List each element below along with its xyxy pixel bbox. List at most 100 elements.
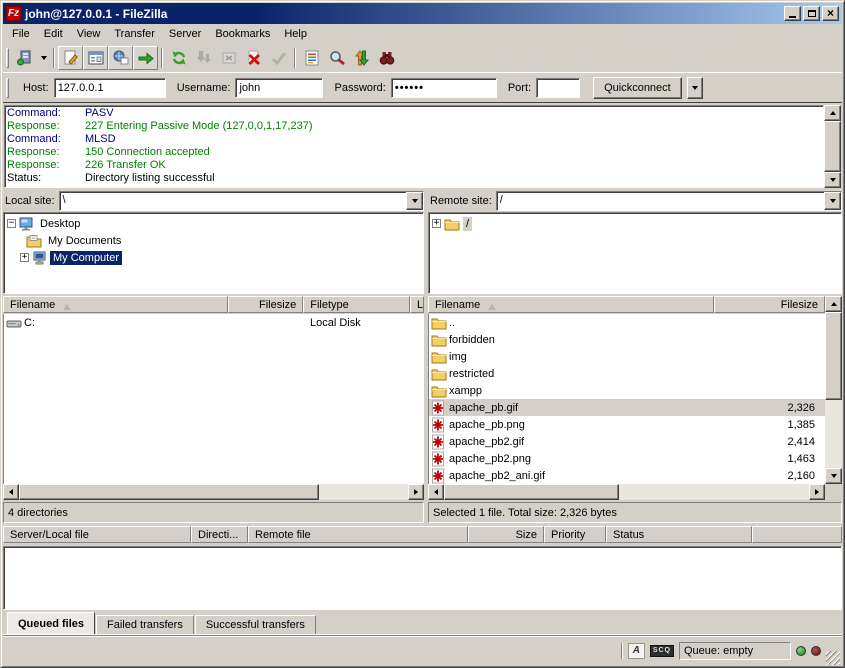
collapse-icon[interactable]: −: [7, 219, 16, 228]
scroll-left-button[interactable]: [3, 484, 19, 500]
remote-horizontal-scrollbar[interactable]: [428, 484, 825, 500]
site-manager-dropdown-button[interactable]: [37, 46, 50, 70]
remote-file-row[interactable]: restricted: [429, 365, 825, 382]
menu-item-edit[interactable]: Edit: [37, 26, 70, 42]
tree-item-root[interactable]: + /: [429, 215, 841, 232]
filter-button[interactable]: [299, 46, 324, 70]
column-header-filetype[interactable]: Filetype: [303, 296, 410, 313]
scroll-right-button[interactable]: [809, 484, 825, 500]
title-bar[interactable]: Fz john@127.0.0.1 - FileZilla ×: [3, 3, 842, 24]
scroll-right-button[interactable]: [408, 484, 424, 500]
column-header-l[interactable]: L: [410, 296, 424, 313]
process-queue-button[interactable]: [191, 46, 216, 70]
expand-icon[interactable]: +: [432, 219, 441, 228]
remote-file-row[interactable]: apache_pb.png1,385: [429, 416, 825, 433]
column-header-directi[interactable]: Directi...: [191, 526, 248, 543]
username-input[interactable]: [235, 78, 323, 98]
resize-grip-icon[interactable]: [826, 651, 840, 665]
column-header-size[interactable]: Size: [468, 526, 544, 543]
tree-item-desktop[interactable]: − Desktop: [4, 215, 423, 232]
remote-site-combo[interactable]: /: [496, 191, 842, 211]
scroll-left-button[interactable]: [428, 484, 444, 500]
search-button[interactable]: [374, 46, 399, 70]
local-list[interactable]: C:Local Disk: [3, 314, 424, 484]
scrollbar-thumb[interactable]: [19, 484, 319, 500]
menu-item-file[interactable]: File: [5, 26, 37, 42]
queue-list[interactable]: [3, 546, 842, 610]
message-log[interactable]: Command:PASVResponse:227 Entering Passiv…: [4, 105, 824, 188]
delete-button[interactable]: [241, 46, 266, 70]
tab-failed-transfers[interactable]: Failed transfers: [96, 615, 194, 634]
scroll-down-button[interactable]: [825, 468, 842, 484]
remote-file-row[interactable]: apache_pb.gif2,326: [429, 399, 825, 416]
menu-item-transfer[interactable]: Transfer: [107, 26, 162, 42]
menu-item-bookmarks[interactable]: Bookmarks: [208, 26, 277, 42]
remote-site-dropdown-button[interactable]: [824, 192, 841, 210]
remote-tree[interactable]: + /: [428, 212, 842, 294]
site-manager-button[interactable]: [12, 46, 37, 70]
host-input[interactable]: [54, 78, 166, 98]
toggle-transfer-queue-button[interactable]: [133, 46, 158, 70]
toggle-local-treeview-button[interactable]: [83, 46, 108, 70]
menu-item-server[interactable]: Server: [162, 26, 208, 42]
quickconnect-dropdown-button[interactable]: [687, 77, 703, 99]
scroll-down-button[interactable]: [824, 172, 841, 188]
scrollbar-thumb[interactable]: [444, 484, 619, 500]
column-header-filename[interactable]: Filename: [428, 296, 714, 313]
tree-item-my-computer[interactable]: + My Computer: [4, 249, 423, 266]
column-header-priority[interactable]: Priority: [544, 526, 606, 543]
find-files-button[interactable]: [324, 46, 349, 70]
scrollbar-track[interactable]: [824, 121, 841, 172]
remote-file-row[interactable]: forbidden: [429, 331, 825, 348]
toggle-remote-treeview-button[interactable]: [108, 46, 133, 70]
tab-queued-files[interactable]: Queued files: [7, 612, 95, 634]
scrollbar-track[interactable]: [19, 484, 408, 500]
column-header-remotefile[interactable]: Remote file: [248, 526, 468, 543]
minimize-button[interactable]: [784, 6, 801, 21]
tab-successful-transfers[interactable]: Successful transfers: [195, 615, 316, 634]
toolbar-gripper[interactable]: [6, 48, 9, 68]
remote-file-row[interactable]: img: [429, 348, 825, 365]
scroll-up-button[interactable]: [825, 296, 842, 312]
quickbar-gripper[interactable]: [6, 78, 9, 98]
column-header-status[interactable]: Status: [606, 526, 752, 543]
column-header-filesize[interactable]: Filesize: [714, 296, 825, 313]
local-file-row[interactable]: C:Local Disk: [4, 314, 424, 331]
transfer-type-indicator-icon[interactable]: A: [628, 643, 645, 659]
scrollbar-track[interactable]: [825, 312, 842, 468]
cancel-operation-button[interactable]: [216, 46, 241, 70]
remote-vertical-scrollbar[interactable]: [825, 296, 842, 484]
refresh-button[interactable]: [166, 46, 191, 70]
scrollbar-track[interactable]: [444, 484, 809, 500]
local-horizontal-scrollbar[interactable]: [3, 484, 424, 500]
log-scrollbar[interactable]: [824, 105, 841, 188]
column-header-serverlocalfile[interactable]: Server/Local file: [3, 526, 191, 543]
remote-list[interactable]: ..forbiddenimgrestrictedxamppapache_pb.g…: [428, 314, 825, 484]
quickconnect-button[interactable]: Quickconnect: [593, 77, 682, 99]
column-header-filename[interactable]: Filename: [3, 296, 228, 313]
menu-item-help[interactable]: Help: [277, 26, 314, 42]
menu-item-view[interactable]: View: [70, 26, 108, 42]
remote-file-row[interactable]: xampp: [429, 382, 825, 399]
local-site-combo[interactable]: \: [59, 191, 424, 211]
remote-file-row[interactable]: ..: [429, 314, 825, 331]
local-tree[interactable]: − Desktop My Documents + My Computer: [3, 212, 424, 294]
scrollbar-thumb[interactable]: [824, 121, 841, 172]
remote-file-row[interactable]: apache_pb2.png1,463: [429, 450, 825, 467]
password-input[interactable]: [391, 78, 497, 98]
toggle-message-log-button[interactable]: [58, 46, 83, 70]
scroll-up-button[interactable]: [824, 105, 841, 121]
tree-item-my-documents[interactable]: My Documents: [4, 232, 423, 249]
column-header-filesize[interactable]: Filesize: [228, 296, 303, 313]
compare-directories-button[interactable]: [349, 46, 374, 70]
port-input[interactable]: [536, 78, 580, 98]
expand-icon[interactable]: +: [20, 253, 29, 262]
scrollbar-thumb[interactable]: [825, 312, 842, 400]
close-button[interactable]: ×: [822, 6, 839, 21]
indicator-badge-icon[interactable]: SCQ: [650, 645, 674, 657]
remote-file-row[interactable]: apache_pb2.gif2,414: [429, 433, 825, 450]
maximize-button[interactable]: [803, 6, 820, 21]
local-site-dropdown-button[interactable]: [406, 192, 423, 210]
apply-button[interactable]: [266, 46, 291, 70]
remote-file-row[interactable]: apache_pb2_ani.gif2,160: [429, 467, 825, 484]
